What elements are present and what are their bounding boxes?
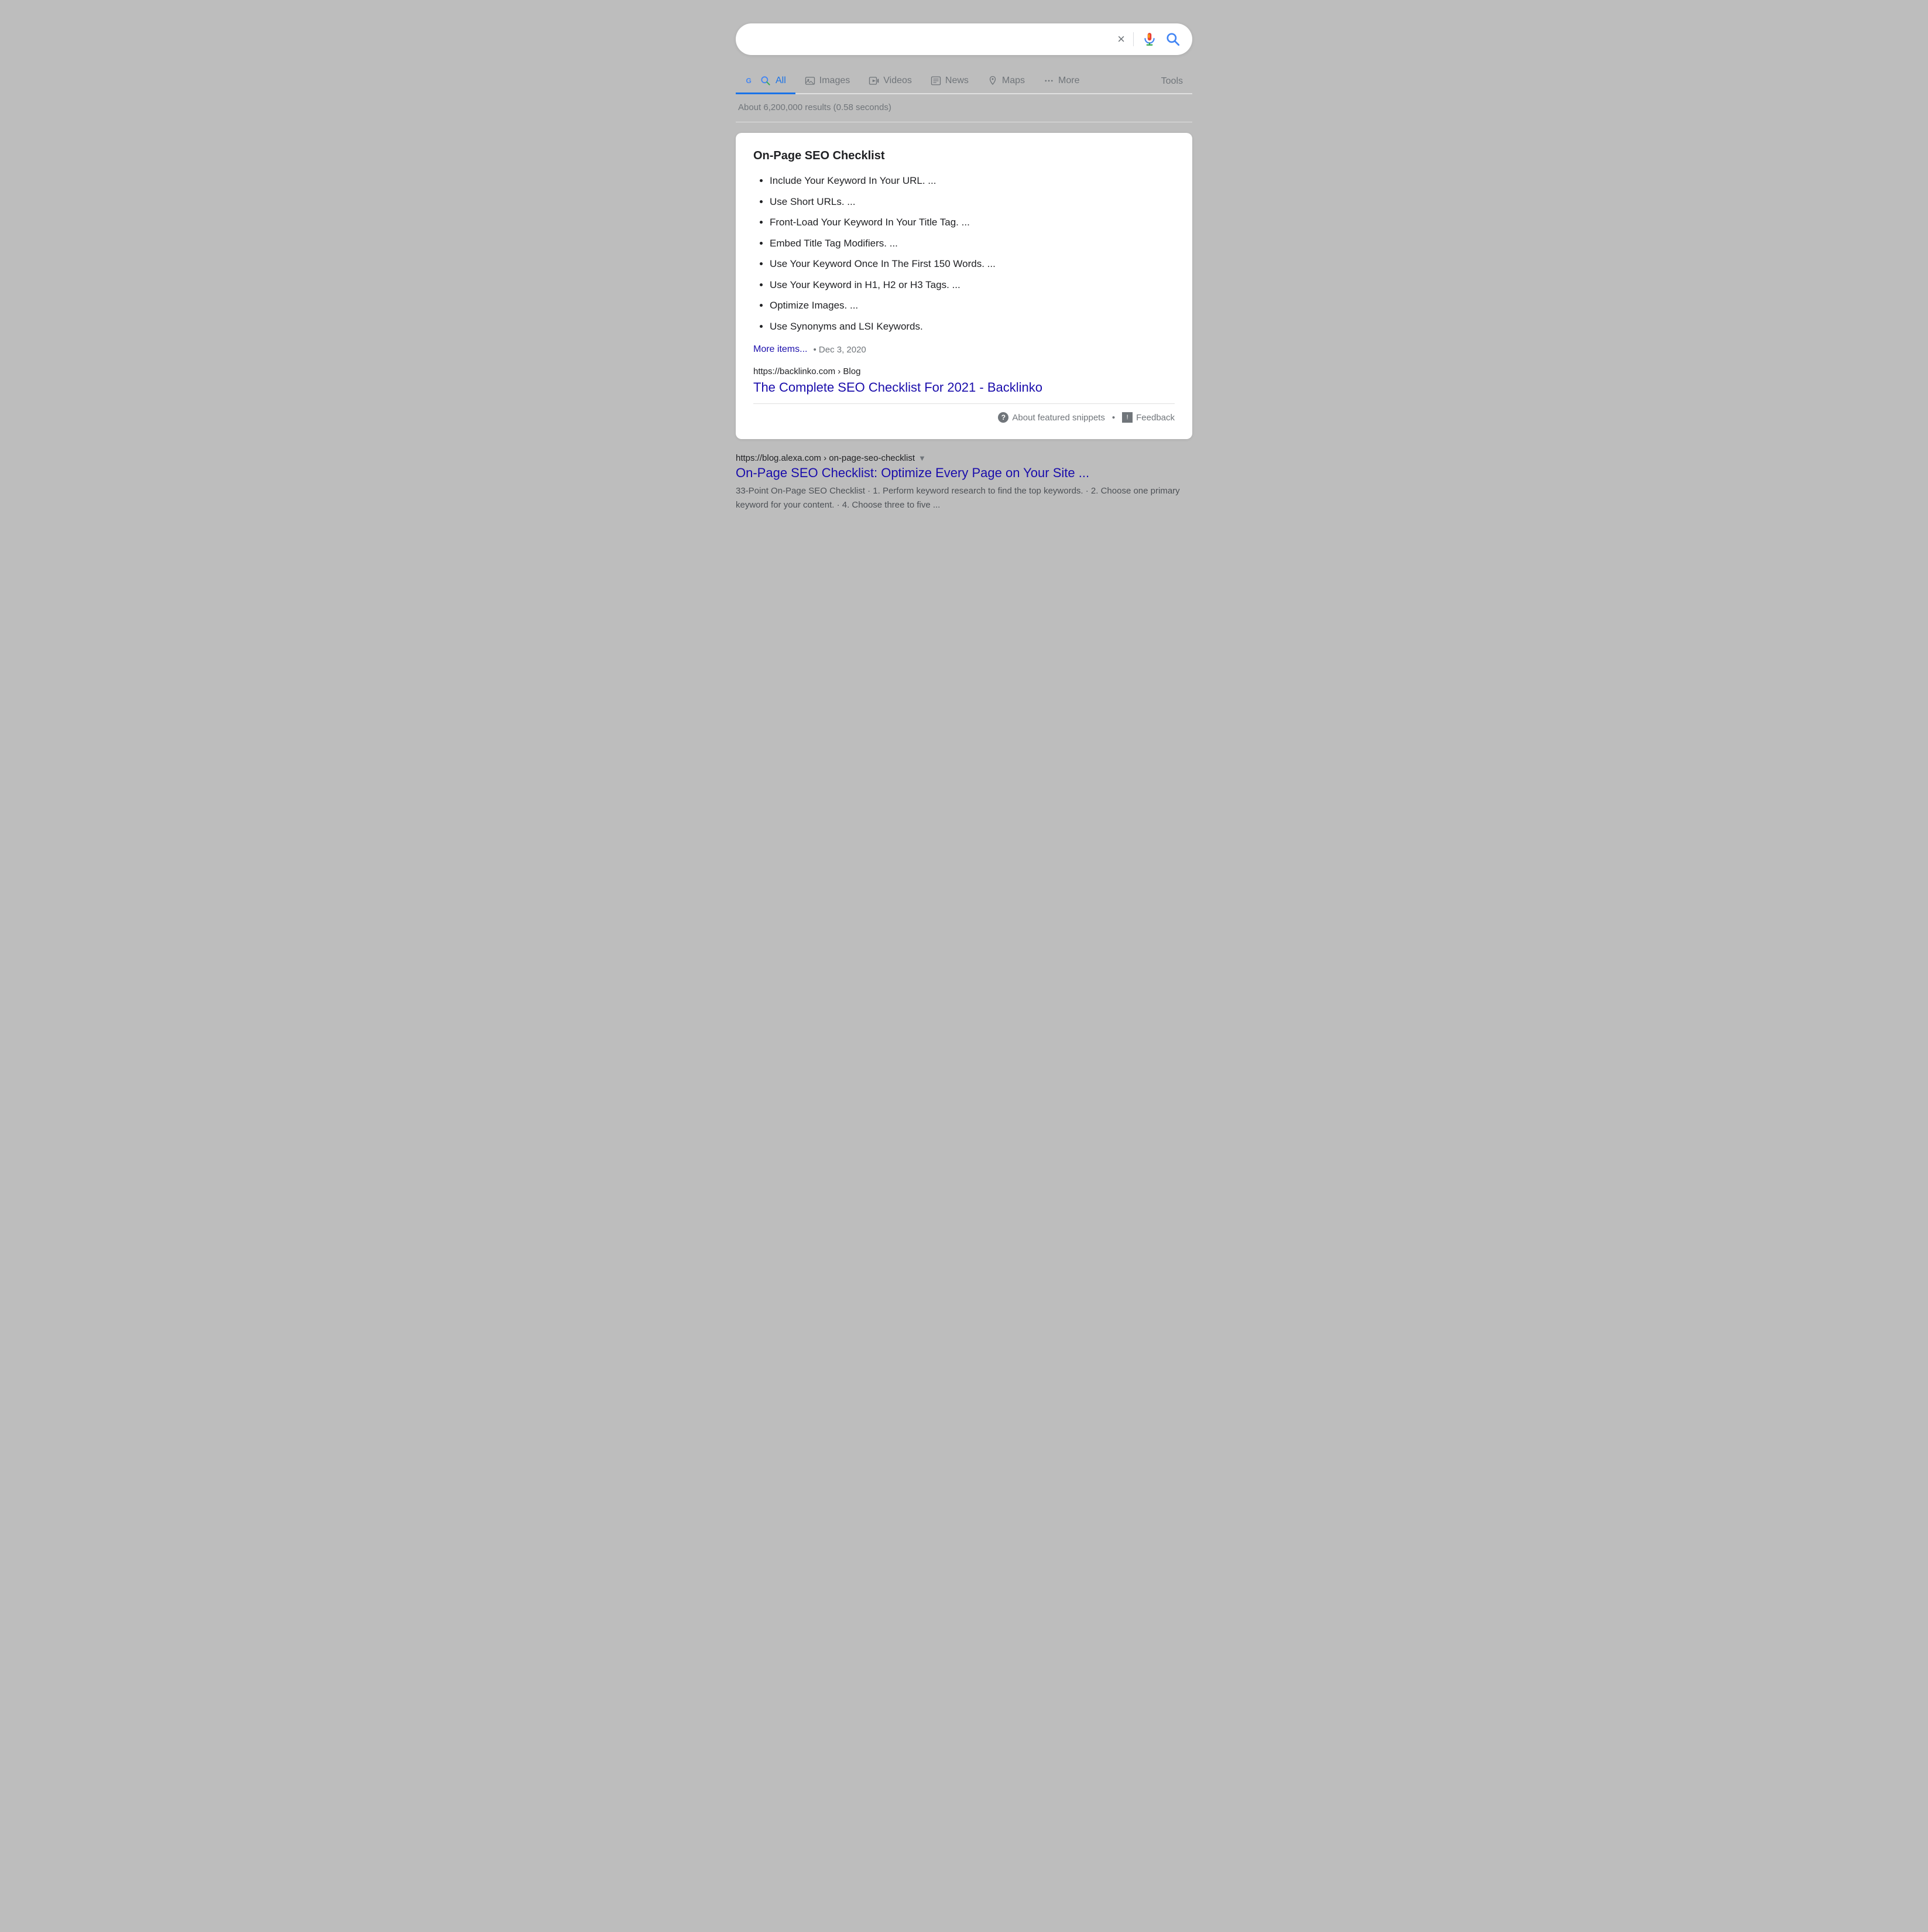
list-item: Embed Title Tag Modifiers. ... bbox=[770, 236, 1175, 251]
list-item: Front-Load Your Keyword In Your Title Ta… bbox=[770, 215, 1175, 230]
tab-videos-label: Videos bbox=[883, 76, 912, 86]
tab-maps-label: Maps bbox=[1002, 76, 1025, 86]
more-items-row: More items... • Dec 3, 2020 bbox=[753, 344, 1175, 355]
page-wrapper: on page seo checklist × bbox=[736, 23, 1192, 520]
result-url: https://blog.alexa.com › on-page-seo-che… bbox=[736, 453, 915, 463]
list-item: Use Synonyms and LSI Keywords. bbox=[770, 319, 1175, 334]
divider-icon bbox=[1133, 32, 1134, 46]
search-icon[interactable] bbox=[1165, 32, 1181, 47]
maps-tab-icon bbox=[987, 76, 998, 86]
tab-images-label: Images bbox=[819, 76, 850, 86]
list-item: Use Your Keyword Once In The First 150 W… bbox=[770, 256, 1175, 272]
more-items-link[interactable]: More items... bbox=[753, 344, 807, 355]
list-item: Use Short URLs. ... bbox=[770, 194, 1175, 210]
about-featured-snippets[interactable]: ? About featured snippets bbox=[998, 412, 1104, 423]
tab-news-label: News bbox=[945, 76, 969, 86]
nav-tabs: G All Images bbox=[736, 69, 1192, 94]
images-tab-icon bbox=[805, 76, 815, 86]
google-search-icon bbox=[760, 75, 771, 87]
all-tab-icon: G bbox=[745, 76, 756, 86]
news-tab-icon bbox=[931, 76, 941, 86]
search-input[interactable]: on page seo checklist bbox=[747, 33, 1117, 46]
about-icon: ? bbox=[998, 412, 1008, 423]
list-item: Use Your Keyword in H1, H2 or H3 Tags. .… bbox=[770, 278, 1175, 293]
feedback-label: Feedback bbox=[1136, 413, 1175, 423]
tab-videos[interactable]: Videos bbox=[859, 70, 921, 94]
result-title-link[interactable]: On-Page SEO Checklist: Optimize Every Pa… bbox=[736, 465, 1192, 481]
mic-icon[interactable] bbox=[1142, 32, 1157, 47]
snippet-title-link[interactable]: The Complete SEO Checklist For 2021 - Ba… bbox=[753, 380, 1042, 395]
videos-tab-icon bbox=[869, 76, 879, 86]
featured-snippet: On-Page SEO Checklist Include Your Keywo… bbox=[736, 133, 1192, 439]
results-count: About 6,200,000 results (0.58 seconds) bbox=[736, 102, 1192, 112]
list-item: Include Your Keyword In Your URL. ... bbox=[770, 173, 1175, 189]
tab-more-label: More bbox=[1058, 76, 1079, 86]
footer-dot: • bbox=[1112, 413, 1115, 423]
snippet-list: Include Your Keyword In Your URL. ... Us… bbox=[753, 173, 1175, 334]
clear-icon[interactable]: × bbox=[1117, 32, 1125, 47]
result-description: 33-Point On-Page SEO Checklist · 1. Perf… bbox=[736, 484, 1192, 512]
list-item: Optimize Images. ... bbox=[770, 298, 1175, 313]
tab-all[interactable]: G All bbox=[736, 69, 795, 94]
tools-button[interactable]: Tools bbox=[1152, 70, 1192, 93]
tab-news[interactable]: News bbox=[921, 70, 978, 94]
tab-all-label: All bbox=[776, 76, 786, 86]
second-search-result: https://blog.alexa.com › on-page-seo-che… bbox=[736, 451, 1192, 520]
snippet-title: On-Page SEO Checklist bbox=[753, 149, 1175, 163]
result-url-row: https://blog.alexa.com › on-page-seo-che… bbox=[736, 453, 1192, 463]
tab-images[interactable]: Images bbox=[795, 70, 859, 94]
tab-maps[interactable]: Maps bbox=[978, 70, 1034, 94]
tab-more[interactable]: More bbox=[1034, 70, 1089, 94]
search-icons: × bbox=[1117, 32, 1181, 47]
more-tab-icon bbox=[1044, 76, 1054, 86]
feedback-icon: ! bbox=[1122, 412, 1133, 423]
snippet-url: https://backlinko.com › Blog bbox=[753, 366, 1175, 376]
svg-text:G: G bbox=[746, 77, 752, 85]
more-items-date: • Dec 3, 2020 bbox=[813, 345, 866, 355]
feedback-button[interactable]: ! Feedback bbox=[1122, 412, 1175, 423]
search-bar: on page seo checklist × bbox=[736, 23, 1192, 55]
result-dropdown-icon[interactable]: ▼ bbox=[918, 454, 926, 463]
snippet-footer: ? About featured snippets • ! Feedback bbox=[753, 403, 1175, 423]
about-label: About featured snippets bbox=[1012, 413, 1104, 423]
